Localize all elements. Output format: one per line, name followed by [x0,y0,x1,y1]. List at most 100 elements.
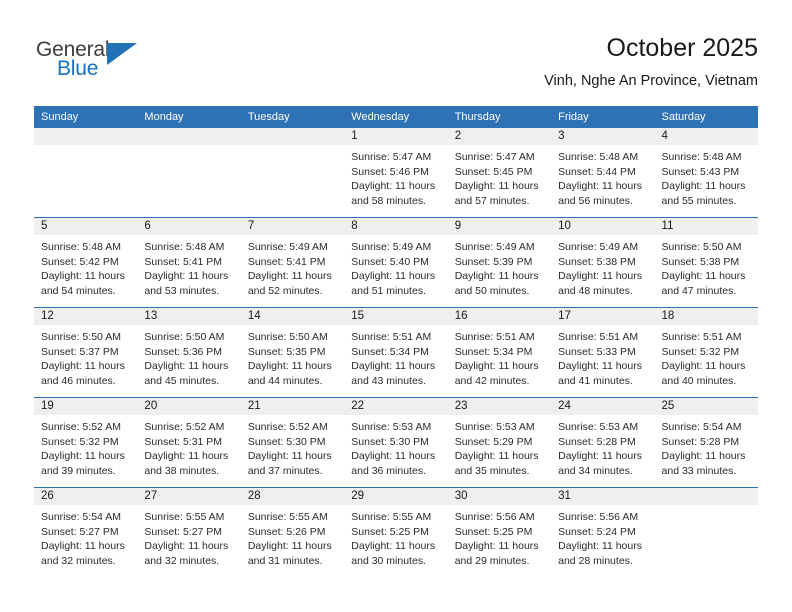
day-detail-daylight-line1: Daylight: 11 hours [454,450,539,463]
day-cell-inner: 12 Sunrise: 5:50 AM Sunset: 5:37 PM Dayligh… [34,308,138,397]
day-detail-daylight-line2: and 30 minutes. [351,554,426,567]
calendar-day-cell[interactable]: 28 Sunrise: 5:55 AM Sunset: 5:26 PM Dayligh… [240,487,345,577]
day-detail-sunset: Sunset: 5:40 PM [351,255,429,268]
calendar-week-row: 19 Sunrise: 5:52 AM Sunset: 5:32 PM Dayligh… [34,397,758,488]
day-details: Sunrise: 5:48 AM Sunset: 5:44 PM Daylight:… [551,145,654,208]
calendar-day-cell[interactable]: 3 Sunrise: 5:48 AM Sunset: 5:44 PM Daylight… [551,128,655,218]
day-detail-daylight-line2: and 33 minutes. [661,464,737,477]
day-details: Sunrise: 5:51 AM Sunset: 5:34 PM Daylight:… [448,325,551,388]
calendar-day-cell[interactable]: 18 Sunrise: 5:51 AM Sunset: 5:32 PM Dayligh… [654,307,758,398]
day-detail-daylight-line2: and 37 minutes. [247,464,323,477]
calendar-day-cell[interactable]: 21 Sunrise: 5:52 AM Sunset: 5:30 PM Dayligh… [240,397,345,488]
calendar-day-cell[interactable]: 22 Sunrise: 5:53 AM Sunset: 5:30 PM Dayligh… [344,397,448,488]
calendar-day-cell[interactable]: 20 Sunrise: 5:52 AM Sunset: 5:31 PM Dayligh… [137,397,241,488]
day-detail-daylight-line1: Daylight: 11 hours [41,540,125,553]
day-detail-sunset: Sunset: 5:32 PM [41,435,119,448]
day-detail-daylight-line2: and 40 minutes. [661,374,737,387]
calendar-day-cell[interactable]: 12 Sunrise: 5:50 AM Sunset: 5:37 PM Dayligh… [34,307,138,398]
day-number: 16 [447,308,552,325]
weekday-header-wednesday: Wednesday [344,106,448,128]
title-block: October 2025 Vinh, Nghe An Province, Vie… [544,33,758,91]
day-detail-sunset: Sunset: 5:33 PM [558,345,636,358]
calendar-day-cell-empty [137,128,241,218]
day-detail-daylight-line2: and 39 minutes. [41,464,116,477]
calendar-page: General Blue October 2025 Vinh, Nghe An … [0,0,792,612]
calendar-day-cell[interactable]: 23 Sunrise: 5:53 AM Sunset: 5:29 PM Dayligh… [447,397,552,488]
day-detail-daylight-line2: and 54 minutes. [41,284,116,297]
day-detail-sunrise: Sunrise: 5:48 AM [558,151,639,163]
page-title: October 2025 [606,34,759,62]
day-detail-sunrise: Sunrise: 5:51 AM [558,331,639,343]
day-number: 15 [344,308,448,325]
day-detail-sunrise: Sunrise: 5:49 AM [247,241,328,253]
calendar-day-cell[interactable]: 8 Sunrise: 5:49 AM Sunset: 5:40 PM Daylight… [344,217,448,308]
calendar-day-cell[interactable]: 14 Sunrise: 5:50 AM Sunset: 5:35 PM Dayligh… [240,307,345,398]
calendar-day-cell[interactable]: 16 Sunrise: 5:51 AM Sunset: 5:34 PM Dayligh… [447,307,552,398]
calendar-day-cell[interactable]: 27 Sunrise: 5:55 AM Sunset: 5:27 PM Dayligh… [137,487,241,577]
calendar-day-cell[interactable]: 1 Sunrise: 5:47 AM Sunset: 5:46 PM Daylight… [344,128,448,218]
calendar-day-cell[interactable]: 31 Sunrise: 5:56 AM Sunset: 5:24 PM Dayligh… [551,487,655,577]
general-blue-logo[interactable]: General Blue [36,38,156,86]
calendar-day-cell[interactable]: 29 Sunrise: 5:55 AM Sunset: 5:25 PM Dayligh… [344,487,448,577]
day-detail-daylight-line1: Daylight: 11 hours [454,360,539,373]
day-detail-sunset: Sunset: 5:24 PM [558,525,636,538]
day-detail-sunset: Sunset: 5:31 PM [144,435,223,448]
calendar-day-cell[interactable]: 10 Sunrise: 5:49 AM Sunset: 5:38 PM Dayligh… [551,217,655,308]
day-details: Sunrise: 5:56 AM Sunset: 5:25 PM Daylight:… [448,505,551,568]
calendar-day-cell[interactable]: 25 Sunrise: 5:54 AM Sunset: 5:28 PM Dayligh… [654,397,758,488]
day-detail-sunrise: Sunrise: 5:48 AM [661,151,742,163]
calendar-day-cell[interactable]: 2 Sunrise: 5:47 AM Sunset: 5:45 PM Daylight… [447,128,552,218]
calendar-day-cell[interactable]: 15 Sunrise: 5:51 AM Sunset: 5:34 PM Dayligh… [344,307,448,398]
day-detail-sunset: Sunset: 5:37 PM [41,345,119,358]
calendar-day-cell[interactable]: 30 Sunrise: 5:56 AM Sunset: 5:25 PM Dayligh… [447,487,552,577]
day-detail-sunrise: Sunrise: 5:49 AM [351,241,432,253]
day-number: 19 [34,398,138,415]
day-details: Sunrise: 5:54 AM Sunset: 5:27 PM Daylight:… [34,505,137,568]
day-cell-inner: 3 Sunrise: 5:48 AM Sunset: 5:44 PM Daylight… [551,128,655,217]
calendar-day-cell[interactable]: 17 Sunrise: 5:51 AM Sunset: 5:33 PM Dayligh… [551,307,655,398]
day-detail-daylight-line2: and 42 minutes. [454,374,530,387]
calendar-day-cell[interactable]: 4 Sunrise: 5:48 AM Sunset: 5:43 PM Daylight… [654,128,758,218]
calendar-day-cell[interactable]: 13 Sunrise: 5:50 AM Sunset: 5:36 PM Dayligh… [137,307,241,398]
day-detail-sunset: Sunset: 5:34 PM [454,345,533,358]
day-detail-sunrise: Sunrise: 5:56 AM [558,511,639,523]
day-number: 29 [344,488,448,505]
calendar-day-cell[interactable]: 19 Sunrise: 5:52 AM Sunset: 5:32 PM Dayligh… [34,397,138,488]
calendar-day-cell[interactable]: 26 Sunrise: 5:54 AM Sunset: 5:27 PM Dayligh… [34,487,138,577]
day-detail-sunrise: Sunrise: 5:52 AM [41,421,121,433]
day-detail-daylight-line1: Daylight: 11 hours [144,540,229,553]
day-detail-daylight-line2: and 28 minutes. [558,554,633,567]
calendar-day-cell[interactable]: 11 Sunrise: 5:50 AM Sunset: 5:38 PM Dayligh… [654,217,758,308]
day-detail-sunset: Sunset: 5:27 PM [41,525,119,538]
day-cell-inner: 9 Sunrise: 5:49 AM Sunset: 5:39 PM Daylight… [447,218,552,307]
weekday-header-saturday: Saturday [654,106,758,128]
day-detail-sunrise: Sunrise: 5:55 AM [247,511,328,523]
day-cell-inner: 22 Sunrise: 5:53 AM Sunset: 5:30 PM Dayligh… [344,398,448,487]
day-details: Sunrise: 5:53 AM Sunset: 5:29 PM Daylight:… [448,415,551,478]
calendar-day-cell[interactable]: 7 Sunrise: 5:49 AM Sunset: 5:41 PM Daylight… [240,217,345,308]
calendar-day-cell[interactable]: 5 Sunrise: 5:48 AM Sunset: 5:42 PM Daylight… [34,217,138,308]
day-details: Sunrise: 5:49 AM Sunset: 5:41 PM Daylight:… [241,235,344,298]
calendar-day-cell-empty [654,487,758,577]
day-cell-inner: 7 Sunrise: 5:49 AM Sunset: 5:41 PM Daylight… [240,218,345,307]
day-details: Sunrise: 5:48 AM Sunset: 5:42 PM Daylight:… [34,235,137,298]
day-detail-daylight-line2: and 32 minutes. [144,554,220,567]
day-cell-inner: 17 Sunrise: 5:51 AM Sunset: 5:33 PM Dayligh… [551,308,655,397]
day-detail-daylight-line2: and 31 minutes. [247,554,323,567]
calendar-day-cell[interactable]: 24 Sunrise: 5:53 AM Sunset: 5:28 PM Dayligh… [551,397,655,488]
day-number: 31 [551,488,655,505]
calendar-day-cell-empty [240,128,345,218]
weekday-header-tuesday: Tuesday [240,106,345,128]
day-detail-sunset: Sunset: 5:42 PM [41,255,119,268]
day-detail-daylight-line1: Daylight: 11 hours [351,540,436,553]
day-details: Sunrise: 5:52 AM Sunset: 5:32 PM Daylight:… [34,415,137,478]
day-detail-daylight-line2: and 35 minutes. [454,464,530,477]
day-detail-daylight-line1: Daylight: 11 hours [454,180,539,193]
calendar-day-cell[interactable]: 6 Sunrise: 5:48 AM Sunset: 5:41 PM Daylight… [137,217,241,308]
calendar-day-cell[interactable]: 9 Sunrise: 5:49 AM Sunset: 5:39 PM Daylight… [447,217,552,308]
day-detail-daylight-line1: Daylight: 11 hours [144,270,229,283]
day-details: Sunrise: 5:54 AM Sunset: 5:28 PM Daylight:… [655,415,758,478]
day-detail-daylight-line2: and 46 minutes. [41,374,116,387]
day-detail-sunrise: Sunrise: 5:52 AM [144,421,225,433]
day-cell-inner: 15 Sunrise: 5:51 AM Sunset: 5:34 PM Dayligh… [344,308,448,397]
